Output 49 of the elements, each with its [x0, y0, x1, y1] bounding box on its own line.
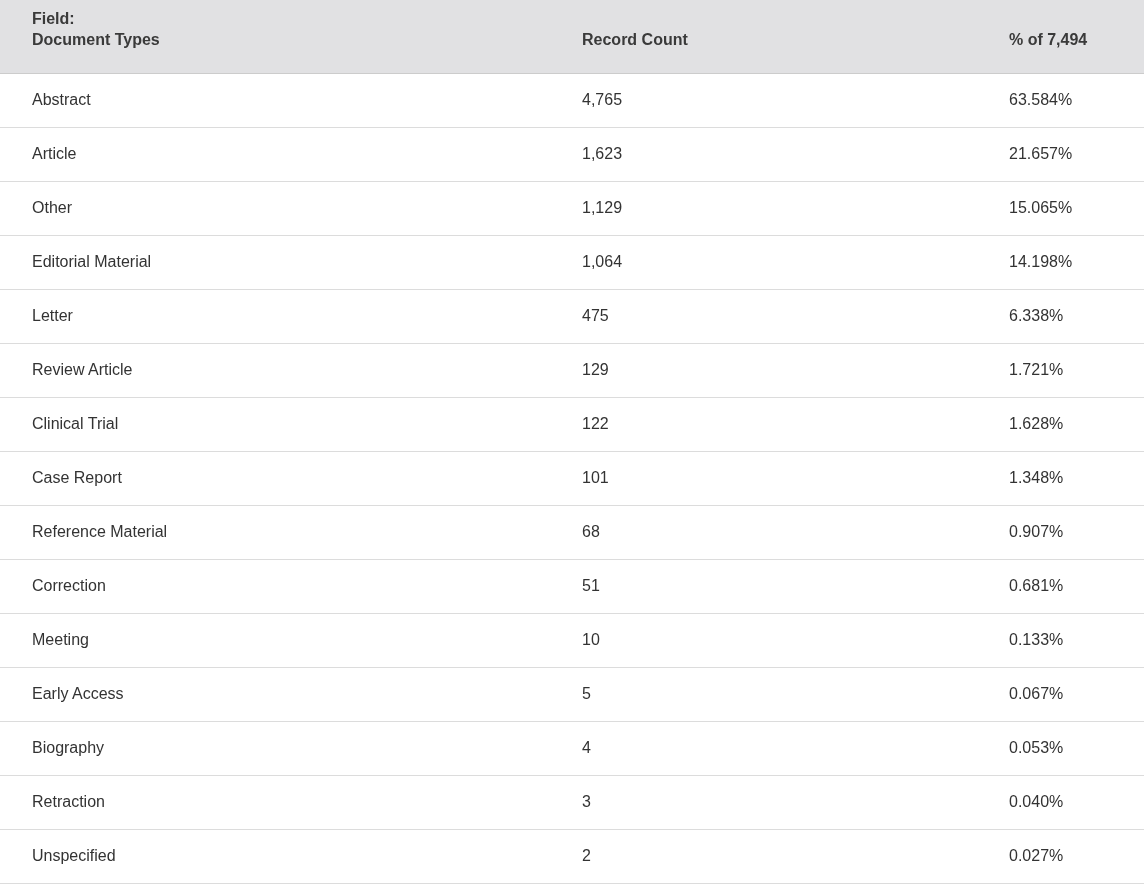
table-cell: 2	[582, 847, 591, 864]
table-cell: 4	[582, 739, 591, 756]
table-cell: 475	[582, 307, 609, 324]
table-cell: Retraction	[32, 793, 105, 810]
table-cell: 1.721%	[1009, 361, 1064, 378]
table-cell: 101	[582, 469, 609, 486]
table-cell: 1.628%	[1009, 415, 1064, 432]
table-cell: 0.133%	[1009, 631, 1064, 648]
table-cell: Other	[32, 199, 72, 216]
column-header: % of 7,494	[1009, 30, 1088, 48]
table-cell: 14.198%	[1009, 253, 1073, 270]
table-cell: Letter	[32, 307, 73, 324]
table-cell: 1,064	[582, 253, 623, 270]
table-cell: 10	[582, 631, 600, 648]
column-header: Document Types	[32, 29, 161, 50]
table-cell: 1.348%	[1009, 469, 1064, 486]
table-cell: 4,765	[582, 91, 623, 108]
table-cell: 0.067%	[1009, 685, 1064, 702]
table-cell: 122	[582, 415, 609, 432]
table-cell: 1,129	[582, 199, 623, 216]
table-cell: 0.027%	[1009, 847, 1064, 864]
table-cell: 0.907%	[1009, 523, 1064, 540]
table-cell: 63.584%	[1009, 91, 1073, 108]
table-cell: Meeting	[32, 631, 89, 648]
table-cell: Article	[32, 145, 77, 162]
table-cell: Biography	[32, 739, 105, 756]
table-cell: Early Access	[32, 685, 124, 702]
table-cell: Reference Material	[32, 523, 168, 540]
table-cell: 0.040%	[1009, 793, 1064, 810]
column-header: Record Count	[582, 30, 688, 48]
table-cell: 51	[582, 577, 600, 594]
table-cell: 1,623	[582, 145, 623, 162]
table-cell: Unspecified	[32, 847, 116, 864]
table-cell: Clinical Trial	[32, 415, 119, 432]
table-cell: 5	[582, 685, 591, 702]
table-cell: Correction	[32, 577, 106, 594]
table-cell: 0.681%	[1009, 577, 1064, 594]
field-label: Field:	[32, 8, 76, 29]
table-cell: Case Report	[32, 469, 122, 486]
table-cell: 68	[582, 523, 600, 540]
table-cell: 3	[582, 793, 591, 810]
table-cell: Editorial Material	[32, 253, 152, 270]
table-cell: 6.338%	[1009, 307, 1064, 324]
table-cell: Abstract	[32, 91, 91, 108]
table-cell: 129	[582, 361, 609, 378]
table-cell: Review Article	[32, 361, 133, 378]
table-cell: 21.657%	[1009, 145, 1073, 162]
table-cell: 0.053%	[1009, 739, 1064, 756]
table-cell: 15.065%	[1009, 199, 1073, 216]
